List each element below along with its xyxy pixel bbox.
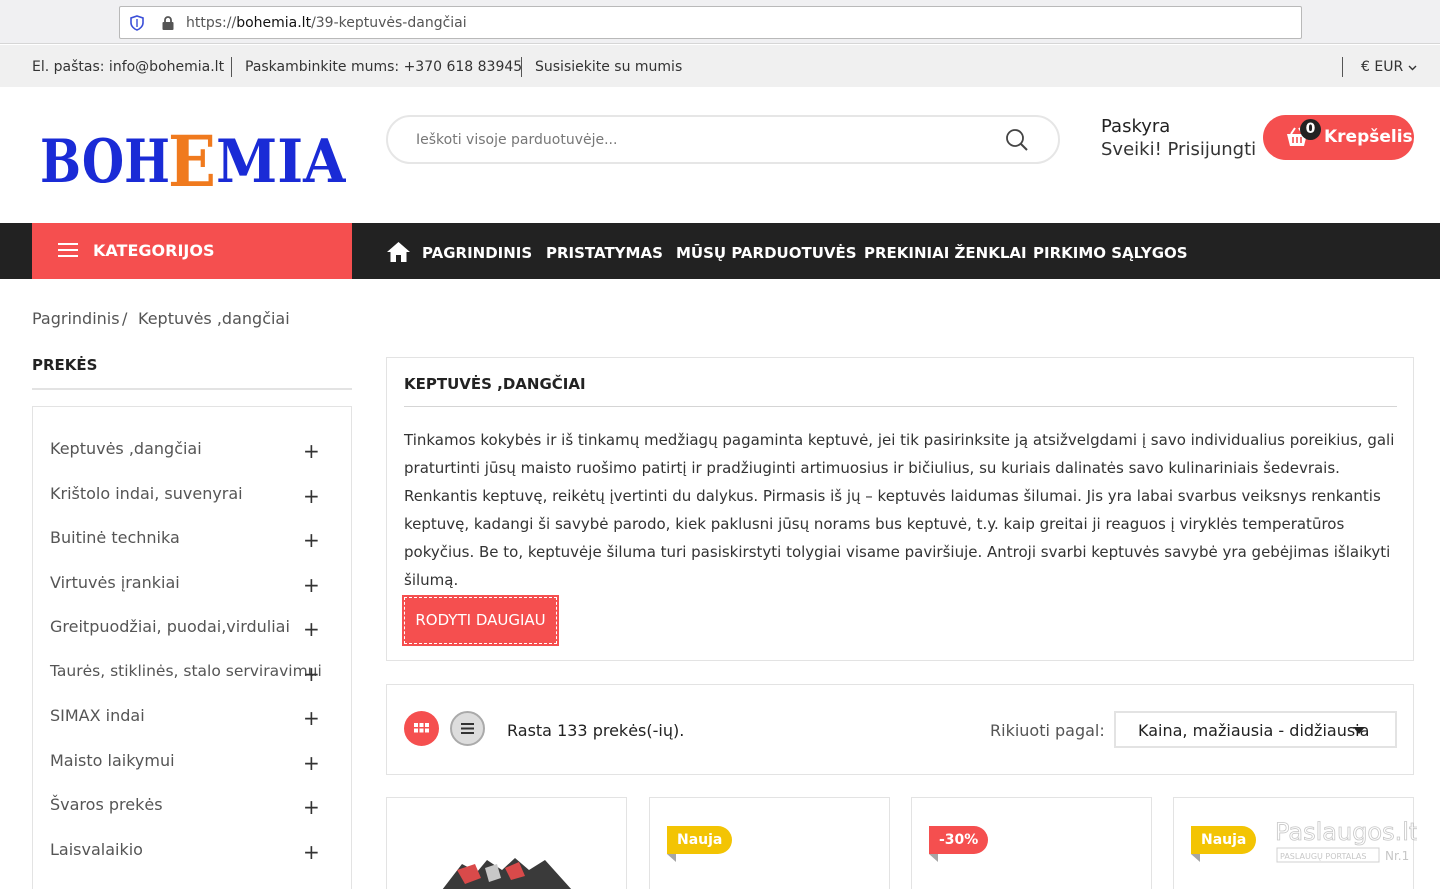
sidebar-item[interactable]: Greitpuodžiai, puodai,virduliai: [50, 617, 290, 636]
categories-label: KATEGORIJOS: [93, 241, 215, 260]
shield-icon[interactable]: [130, 15, 144, 31]
sidebar-item[interactable]: Virtuvės įrankiai: [50, 573, 180, 592]
category-title: KEPTUVĖS ,DANGČIAI: [404, 375, 586, 393]
sidebar-item[interactable]: SIMAX indai: [50, 706, 145, 725]
discount-badge: -30%: [929, 826, 989, 862]
bohemia-logo[interactable]: BOH E MIA: [40, 118, 346, 190]
svg-text:MIA: MIA: [216, 127, 346, 190]
chevron-down-icon: [1408, 65, 1417, 71]
svg-text:PASLAUGŲ PORTALAS: PASLAUGŲ PORTALAS: [1280, 852, 1366, 861]
currency-select[interactable]: € EUR: [1361, 59, 1417, 75]
grid-view-button[interactable]: [404, 711, 439, 746]
caret-down-icon: [1353, 727, 1365, 734]
expand-icon[interactable]: +: [303, 617, 320, 641]
sort-label: Rikiuoti pagal:: [990, 721, 1105, 740]
category-list: Keptuvės ,dangčiai + Krištolo indai, suv…: [32, 406, 352, 889]
sidebar-item[interactable]: Taurės, stiklinės, stalo serviravimui: [50, 662, 322, 680]
nav-item-pristatymas[interactable]: PRISTATYMAS: [546, 244, 663, 262]
main-nav: KATEGORIJOS PAGRINDINIS PRISTATYMAS MŪSŲ…: [0, 223, 1440, 279]
expand-icon[interactable]: +: [303, 528, 320, 552]
sort-select[interactable]: Kaina, mažiausia - didžiausia: [1114, 711, 1397, 748]
show-more-button[interactable]: RODYTI DAUGIAU: [402, 595, 559, 646]
category-description: Tinkamos kokybės ir iš tinkamų medžiagų …: [404, 431, 1395, 589]
nav-item-parduotuves[interactable]: MŪSŲ PARDUOTUVĖS: [676, 244, 857, 262]
sort-value: Kaina, mažiausia - didžiausia: [1138, 721, 1370, 740]
results-count: Rasta 133 prekės(-ių).: [507, 721, 685, 740]
list-view-button[interactable]: [450, 711, 485, 746]
search-box: [386, 115, 1060, 164]
expand-icon[interactable]: +: [303, 795, 320, 819]
sidebar-item[interactable]: Švaros prekės: [50, 795, 163, 814]
product-card[interactable]: -30%: [911, 797, 1152, 889]
sidebar-item[interactable]: Laisvalaikio: [50, 840, 143, 859]
search-input[interactable]: [416, 129, 976, 151]
nav-item-pirkimo-salygos[interactable]: PIRKIMO SĄLYGOS: [1033, 244, 1188, 262]
expand-icon[interactable]: +: [303, 439, 320, 463]
categories-button[interactable]: KATEGORIJOS: [32, 223, 352, 279]
breadcrumb-current: Keptuvės ,dangčiai: [138, 309, 290, 328]
sidebar-item[interactable]: Krištolo indai, suvenyrai: [50, 484, 243, 503]
top-info-bar: El. paštas: info@bohemia.lt Paskambinkit…: [0, 45, 1440, 87]
product-card[interactable]: [386, 797, 627, 889]
svg-text:BOH: BOH: [40, 127, 170, 190]
sidebar-item[interactable]: Maisto laikymui: [50, 751, 175, 770]
svg-text:Nr.1: Nr.1: [1385, 849, 1409, 863]
cart-button[interactable]: 0 Krepšelis: [1263, 115, 1414, 160]
new-badge: Nauja: [667, 826, 733, 862]
listing-toolbar: Rasta 133 prekės(-ių). Rikiuoti pagal: K…: [386, 684, 1414, 775]
expand-icon[interactable]: +: [303, 840, 320, 864]
browser-toolbar: https://bohemia.lt/39-keptuvės-dangčiai: [0, 0, 1440, 44]
expand-icon[interactable]: +: [303, 662, 320, 686]
nav-item-pagrindinis[interactable]: PAGRINDINIS: [422, 244, 532, 262]
url-text[interactable]: https://bohemia.lt/39-keptuvės-dangčiai: [186, 15, 467, 31]
product-card[interactable]: Nauja: [649, 797, 890, 889]
new-badge: Nauja: [1191, 826, 1257, 862]
expand-icon[interactable]: +: [303, 751, 320, 775]
svg-text:E: E: [168, 120, 216, 190]
cart-label: Krepšelis: [1324, 127, 1413, 147]
cart-count-badge: 0: [1300, 119, 1321, 140]
grid-icon: [414, 723, 429, 733]
sidebar-item[interactable]: Buitinė technika: [50, 528, 180, 547]
phone-link[interactable]: Paskambinkite mums: +370 618 83945: [245, 59, 522, 75]
category-description-box: KEPTUVĖS ,DANGČIAI Tinkamos kokybės ir i…: [386, 357, 1414, 661]
breadcrumb-separator: /: [122, 309, 128, 328]
search-icon[interactable]: [1004, 127, 1030, 153]
watermark-logo: Paslaugos.lt PASLAUGŲ PORTALAS Nr.1: [1275, 818, 1417, 863]
contact-link[interactable]: Susisiekite su mumis: [535, 59, 682, 75]
divider: [231, 57, 232, 77]
expand-icon[interactable]: +: [303, 706, 320, 730]
svg-text:Paslaugos.lt: Paslaugos.lt: [1275, 818, 1417, 846]
nav-item-prekiniai-zenklai[interactable]: PREKINIAI ŽENKLAI: [864, 244, 1027, 262]
divider: [1342, 57, 1343, 77]
hamburger-icon: [58, 243, 78, 257]
divider: [521, 57, 522, 77]
breadcrumb-home[interactable]: Pagrindinis: [32, 309, 120, 328]
login-link[interactable]: Sveiki! Prisijungti: [1101, 139, 1256, 160]
lock-icon[interactable]: [161, 15, 175, 31]
list-icon: [461, 723, 474, 734]
address-bar[interactable]: https://bohemia.lt/39-keptuvės-dangčiai: [119, 6, 1302, 39]
email-link[interactable]: El. paštas: info@bohemia.lt: [32, 59, 224, 75]
sidebar-title: PREKĖS: [32, 356, 98, 374]
account-title: Paskyra: [1101, 116, 1171, 137]
home-icon[interactable]: [386, 241, 411, 263]
expand-icon[interactable]: +: [303, 484, 320, 508]
divider: [404, 406, 1397, 407]
sidebar-item[interactable]: Keptuvės ,dangčiai: [50, 439, 202, 458]
product-image: [442, 858, 572, 889]
expand-icon[interactable]: +: [303, 573, 320, 597]
divider: [32, 388, 352, 390]
